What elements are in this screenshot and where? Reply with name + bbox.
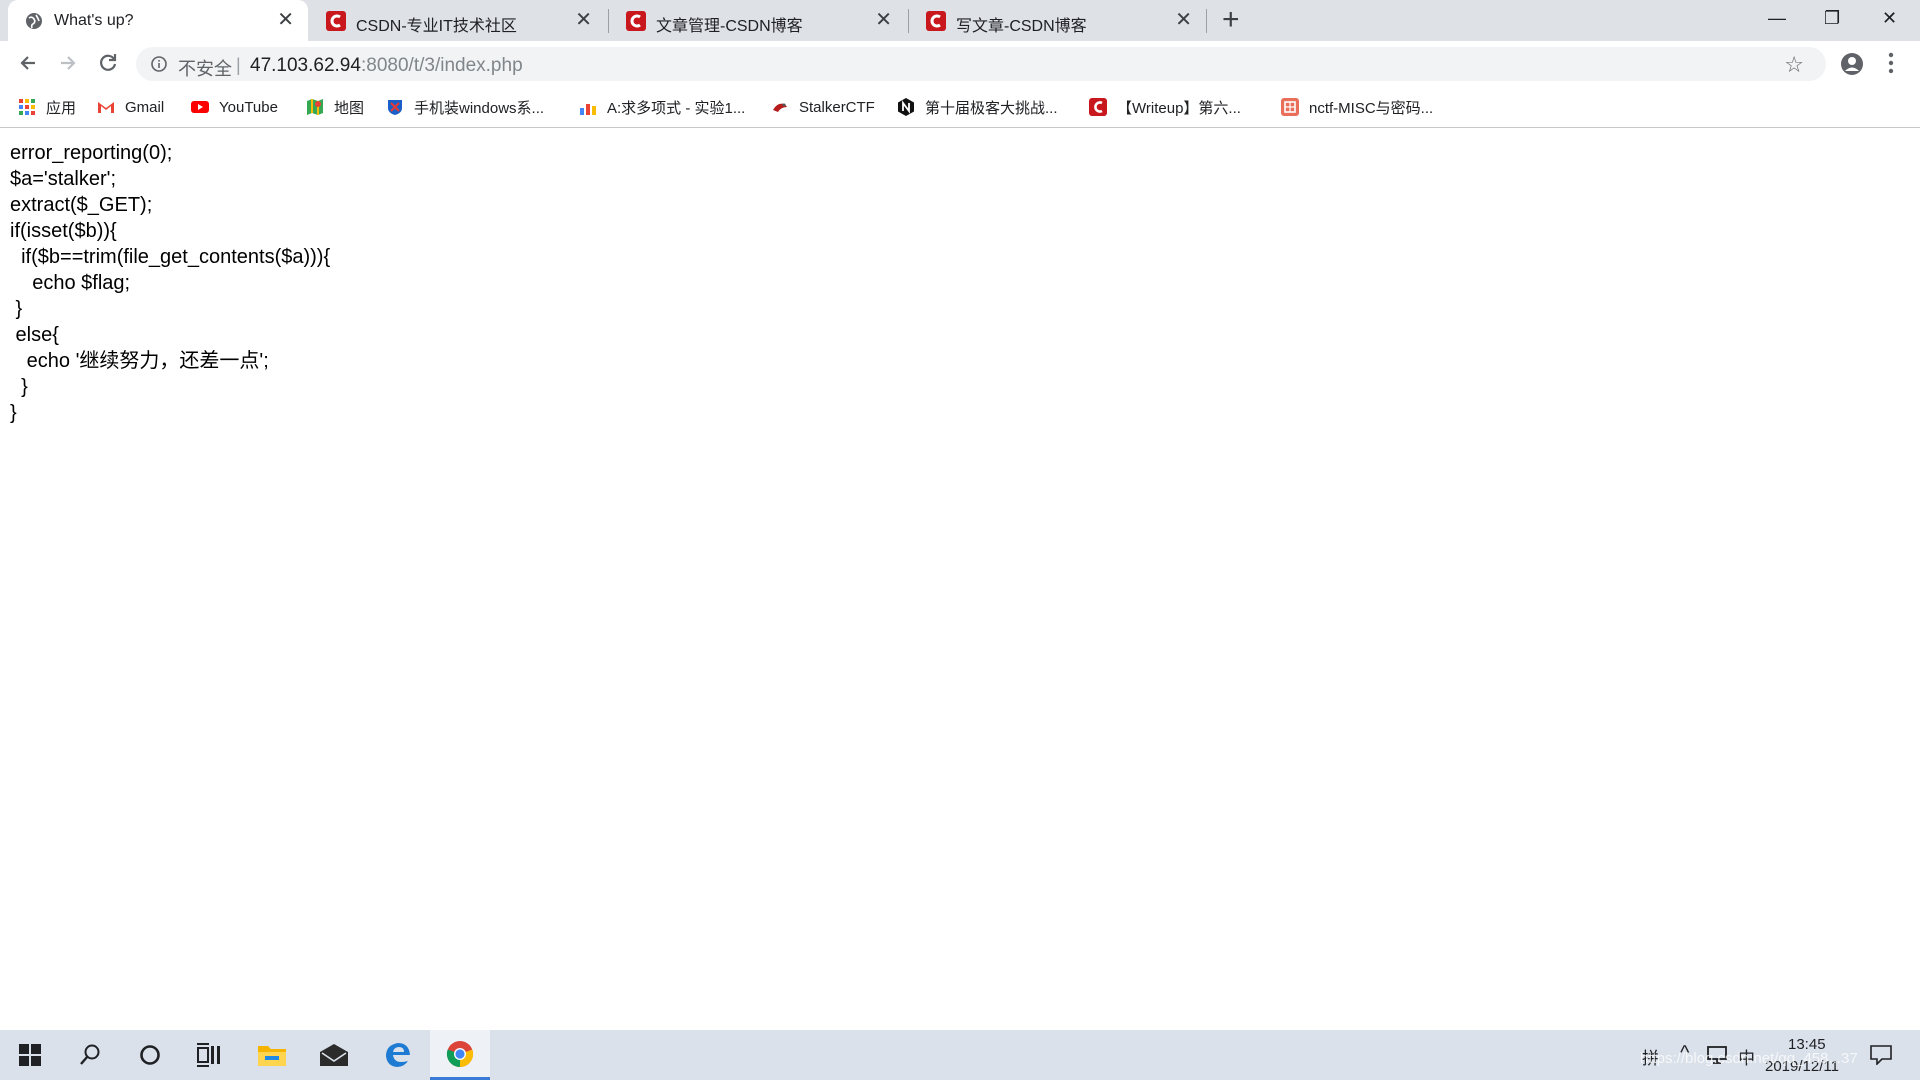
n-logo-icon	[898, 98, 914, 116]
bookmark-label: A:求多项式 - 实验1...	[607, 99, 746, 117]
bookmark-star-icon[interactable]: ☆	[1784, 52, 1804, 78]
csdn-icon	[926, 11, 946, 31]
bookmark-stalkerctf[interactable]: StalkerCTF	[771, 96, 875, 118]
code-line: $a='stalker';	[10, 168, 117, 190]
jianshu-icon	[1281, 98, 1299, 116]
windows-logo-icon	[19, 1044, 41, 1066]
notification-center-icon[interactable]	[1870, 1045, 1892, 1065]
forward-arrow-icon[interactable]	[54, 49, 82, 77]
mail-icon	[320, 1044, 348, 1066]
search-button[interactable]	[60, 1030, 120, 1080]
task-view-icon	[197, 1043, 220, 1067]
url-path: :8080/t/3/index.php	[361, 55, 523, 76]
bookmark-label: Gmail	[125, 98, 165, 116]
cortana-button[interactable]	[120, 1030, 180, 1080]
tab-article-manage[interactable]: 文章管理-CSDN博客 ✕	[610, 0, 906, 41]
tab-strip: What's up? ✕ CSDN-专业IT技术社区 ✕ 文章管理-CSDN博客…	[0, 0, 1920, 41]
chrome-button[interactable]	[430, 1030, 490, 1080]
task-view-button[interactable]	[180, 1030, 240, 1080]
tab-title: What's up?	[54, 12, 134, 29]
tab-title: 写文章-CSDN博客	[956, 18, 1087, 35]
tab-close-icon[interactable]: ✕	[1175, 9, 1192, 31]
new-tab-button[interactable]: +	[1222, 5, 1240, 35]
tab-divider	[1206, 9, 1207, 33]
bookmark-geek-challenge[interactable]: 第十届极客大挑战...	[897, 96, 1058, 118]
bookmark-label: 地图	[334, 99, 365, 117]
code-line: extract($_GET);	[10, 194, 153, 216]
tab-whats-up[interactable]: What's up? ✕	[8, 0, 308, 41]
profile-icon[interactable]	[1840, 52, 1864, 76]
bookmark-label: 【Writeup】第六...	[1117, 99, 1241, 117]
bookmark-youtube[interactable]: YouTube	[191, 96, 278, 118]
bookmark-label: 应用	[46, 99, 77, 117]
maximize-button[interactable]: ❐	[1824, 8, 1840, 29]
gmail-icon	[98, 102, 114, 113]
bookmark-label: nctf-MISC与密码...	[1309, 99, 1434, 117]
tab-close-icon[interactable]: ✕	[277, 9, 294, 31]
windows-taskbar: 拼 ^ 中 13:45 2019/12/11	[0, 1030, 1920, 1080]
shield-bookmark-icon	[388, 100, 402, 115]
close-window-button[interactable]: ✕	[1882, 8, 1897, 29]
bookmark-gmail[interactable]: Gmail	[97, 96, 164, 118]
bookmark-apps[interactable]: 应用	[18, 96, 76, 118]
bookmark-label: StalkerCTF	[799, 98, 875, 116]
edge-icon	[386, 1043, 410, 1067]
reload-icon[interactable]	[94, 49, 122, 77]
chart-bookmark-icon	[580, 104, 596, 115]
minimize-button[interactable]: —	[1768, 8, 1786, 29]
code-line: error_reporting(0);	[10, 142, 173, 164]
code-line: else{	[10, 324, 59, 346]
edge-button[interactable]	[368, 1030, 428, 1080]
youtube-icon	[191, 101, 209, 113]
tab-csdn-home[interactable]: CSDN-专业IT技术社区 ✕	[310, 0, 606, 41]
address-bar[interactable]: 不安全 | 47.103.62.94 :8080/t/3/index.php ☆	[136, 47, 1826, 81]
kebab-menu-icon[interactable]	[1888, 52, 1894, 74]
code-line: }	[10, 376, 28, 398]
bookmark-nctf-misc[interactable]: nctf-MISC与密码...	[1281, 96, 1433, 118]
start-button[interactable]	[0, 1030, 60, 1080]
tab-title: CSDN-专业IT技术社区	[356, 18, 517, 35]
security-label: 不安全	[178, 59, 232, 79]
tab-divider	[908, 9, 909, 33]
search-icon	[80, 1044, 100, 1065]
code-line: echo '继续努力，还差一点';	[10, 350, 269, 372]
bookmark-windows-phone[interactable]: 手机装windows系...	[386, 96, 544, 118]
code-line: echo $flag;	[10, 272, 131, 294]
blog-watermark: https://blog.csdn.net/qq_458...37	[1640, 1050, 1858, 1067]
php-source-code: error_reporting(0); $a='stalker'; extrac…	[10, 140, 330, 426]
mail-button[interactable]	[304, 1030, 364, 1080]
bookmarks-bar: 应用 Gmail YouTube 地图 手机装windows系... A:求多项…	[0, 87, 1920, 128]
tab-divider	[608, 9, 609, 33]
apps-grid-icon	[19, 99, 35, 115]
back-arrow-icon[interactable]	[14, 49, 42, 77]
file-explorer-button[interactable]	[242, 1030, 302, 1080]
code-line: if(isset($b)){	[10, 220, 117, 242]
globe-icon	[26, 13, 42, 29]
csdn-icon	[626, 11, 646, 31]
bookmark-writeup[interactable]: 【Writeup】第六...	[1089, 96, 1241, 118]
tab-title: 文章管理-CSDN博客	[656, 18, 803, 35]
tab-write-article[interactable]: 写文章-CSDN博客 ✕	[910, 0, 1206, 41]
bookmark-label: YouTube	[219, 98, 278, 116]
info-icon[interactable]	[150, 55, 168, 73]
maps-icon	[307, 99, 323, 115]
browser-toolbar: 不安全 | 47.103.62.94 :8080/t/3/index.php ☆	[0, 41, 1920, 87]
stalker-icon	[773, 103, 787, 112]
tab-close-icon[interactable]: ✕	[875, 9, 892, 31]
csdn-icon	[326, 11, 346, 31]
bookmark-label: 第十届极客大挑战...	[925, 99, 1058, 117]
code-line: }	[10, 402, 17, 424]
bookmark-label: 手机装windows系...	[414, 99, 545, 117]
bookmark-maps[interactable]: 地图	[306, 96, 364, 118]
cortana-circle-icon	[140, 1045, 160, 1065]
tab-close-icon[interactable]: ✕	[575, 9, 592, 31]
code-line: }	[10, 298, 23, 320]
code-line: if($b==trim(file_get_contents($a))){	[10, 246, 331, 268]
folder-icon	[258, 1046, 286, 1066]
chrome-icon	[446, 1040, 474, 1067]
address-separator: |	[236, 55, 241, 75]
url-host: 47.103.62.94	[250, 55, 361, 76]
csdn-icon	[1089, 98, 1107, 116]
bookmark-polynomial[interactable]: A:求多项式 - 实验1...	[579, 96, 745, 118]
